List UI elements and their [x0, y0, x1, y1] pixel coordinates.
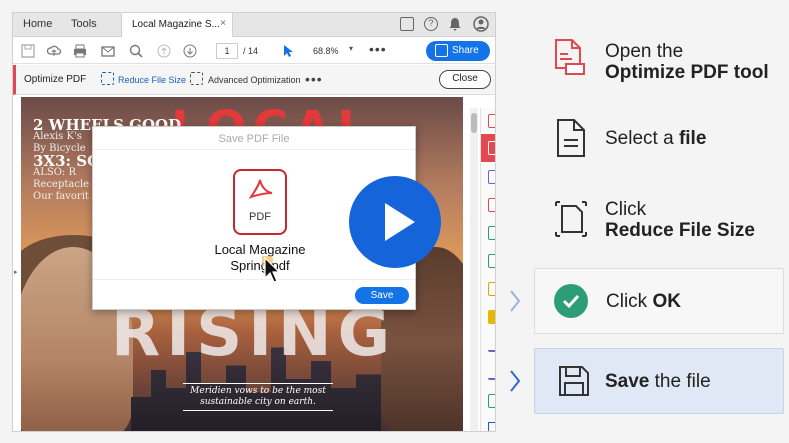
step-open-optimize: Open the Optimize PDF tool — [605, 41, 769, 83]
optimize-pdf-toolbar: Optimize PDF Reduce File Size Advanced O… — [13, 65, 495, 95]
combine-files-icon[interactable] — [488, 170, 495, 184]
more-options-icon[interactable]: ••• — [305, 71, 323, 87]
file-name: Local Magazine Spring.pdf — [153, 242, 367, 274]
step-click-ok: Click OK — [606, 291, 681, 312]
edit-pdf-icon[interactable] — [488, 254, 495, 268]
dialog-title: Save PDF File — [218, 133, 290, 145]
acrobat-logo-icon — [248, 179, 273, 199]
pdf-file-icon[interactable]: PDF — [233, 169, 287, 235]
reduce-file-size-icon — [555, 201, 587, 237]
save-icon[interactable] — [21, 44, 35, 58]
share-button[interactable]: Share — [426, 41, 490, 61]
fill-sign-icon[interactable] — [488, 338, 495, 352]
home-tab[interactable]: Home — [23, 18, 52, 30]
scrollbar-thumb[interactable] — [471, 113, 477, 133]
chevron-right-icon — [510, 370, 521, 392]
comment-rail-icon[interactable] — [488, 310, 495, 324]
share-label: Share — [452, 45, 479, 56]
mail-icon[interactable] — [101, 44, 115, 58]
step-text-bold: OK — [652, 291, 681, 312]
step-text-bold: Optimize PDF tool — [605, 62, 769, 83]
optimize-pdf-icon — [555, 39, 585, 75]
optimize-pdf-title: Optimize PDF — [24, 74, 87, 85]
file-name-line: Local Magazine — [214, 242, 306, 257]
check-icon — [554, 284, 588, 318]
dialog-save-button[interactable]: Save — [355, 287, 409, 304]
help-icon[interactable]: ? — [424, 17, 438, 31]
cover-caption: Meridien vows to be the most sustainable… — [183, 383, 333, 411]
tools-rail — [480, 108, 495, 431]
file-type-label: PDF — [249, 211, 271, 223]
organize-pages-icon[interactable] — [488, 198, 495, 212]
protect-icon[interactable] — [488, 394, 495, 408]
request-signatures-icon[interactable] — [488, 366, 495, 380]
step-reduce-file-size: Click Reduce File Size — [605, 199, 755, 241]
save-icon — [559, 366, 589, 396]
document-tab-title: Local Magazine S... — [132, 19, 220, 30]
main-toolbar: 1 / 14 68.8% ▾ ••• Share — [13, 38, 495, 64]
step-text-line: Click — [606, 291, 653, 312]
shield-icon[interactable] — [488, 422, 495, 431]
play-video-button[interactable] — [349, 176, 441, 268]
scrollbar-track[interactable] — [470, 108, 478, 431]
account-icon[interactable] — [473, 16, 489, 32]
comment-icon[interactable] — [400, 17, 414, 31]
advanced-optimization-button[interactable]: Advanced Optimization — [208, 75, 301, 85]
reduce-file-size-icon[interactable] — [101, 72, 114, 85]
divider — [93, 279, 415, 280]
zoom-dropdown-icon[interactable]: ▾ — [349, 44, 353, 53]
reduce-file-size-button[interactable]: Reduce File Size — [118, 75, 186, 85]
step-text-bold: Reduce File Size — [605, 220, 755, 241]
zoom-level[interactable]: 68.8% — [313, 46, 339, 56]
page-total: / 14 — [243, 46, 259, 56]
file-icon — [557, 119, 585, 157]
step-text-line: the file — [649, 371, 711, 392]
bell-icon[interactable] — [448, 17, 462, 31]
document-tab[interactable]: Local Magazine S... × — [121, 13, 233, 37]
file-name-line: Spring.pdf — [230, 258, 290, 273]
divider — [93, 149, 415, 150]
tab-bar: Home Tools Local Magazine S... × ? — [13, 13, 495, 37]
step-text-bold: Save — [605, 371, 650, 392]
export-pdf-icon[interactable] — [488, 226, 495, 240]
page-number-input[interactable]: 1 — [216, 43, 238, 59]
advanced-optimization-icon[interactable] — [190, 72, 203, 85]
optimize-pdf-rail-icon[interactable] — [488, 141, 495, 155]
create-pdf-icon[interactable] — [488, 114, 495, 128]
close-tab-icon[interactable]: × — [220, 18, 226, 29]
page-up-icon[interactable] — [157, 44, 171, 58]
step-text-line: Click — [605, 199, 647, 220]
expand-panel-icon[interactable]: ▸ — [14, 268, 18, 276]
share-icon — [435, 44, 448, 57]
print-icon[interactable] — [73, 44, 87, 58]
more-tools-icon[interactable]: ••• — [369, 41, 387, 57]
tools-tab[interactable]: Tools — [71, 18, 97, 30]
chevron-right-icon — [510, 290, 521, 312]
step-text-bold: file — [678, 128, 707, 149]
upload-cloud-icon[interactable] — [47, 44, 61, 58]
select-cursor-icon[interactable] — [281, 44, 295, 58]
close-button[interactable]: Close — [439, 70, 491, 89]
play-icon — [385, 203, 415, 241]
step-select-file: Select a file — [605, 128, 706, 149]
step-text-line: Open the — [605, 41, 684, 62]
mouse-cursor-icon — [262, 256, 281, 283]
zoom-icon[interactable] — [129, 44, 143, 58]
step-save-file: Save the file — [605, 371, 711, 392]
screen: Home Tools Local Magazine S... × ? 1 / 1… — [0, 0, 789, 443]
scan-icon[interactable] — [488, 282, 495, 296]
step-text-line: Select a — [605, 128, 679, 149]
page-down-icon[interactable] — [183, 44, 197, 58]
